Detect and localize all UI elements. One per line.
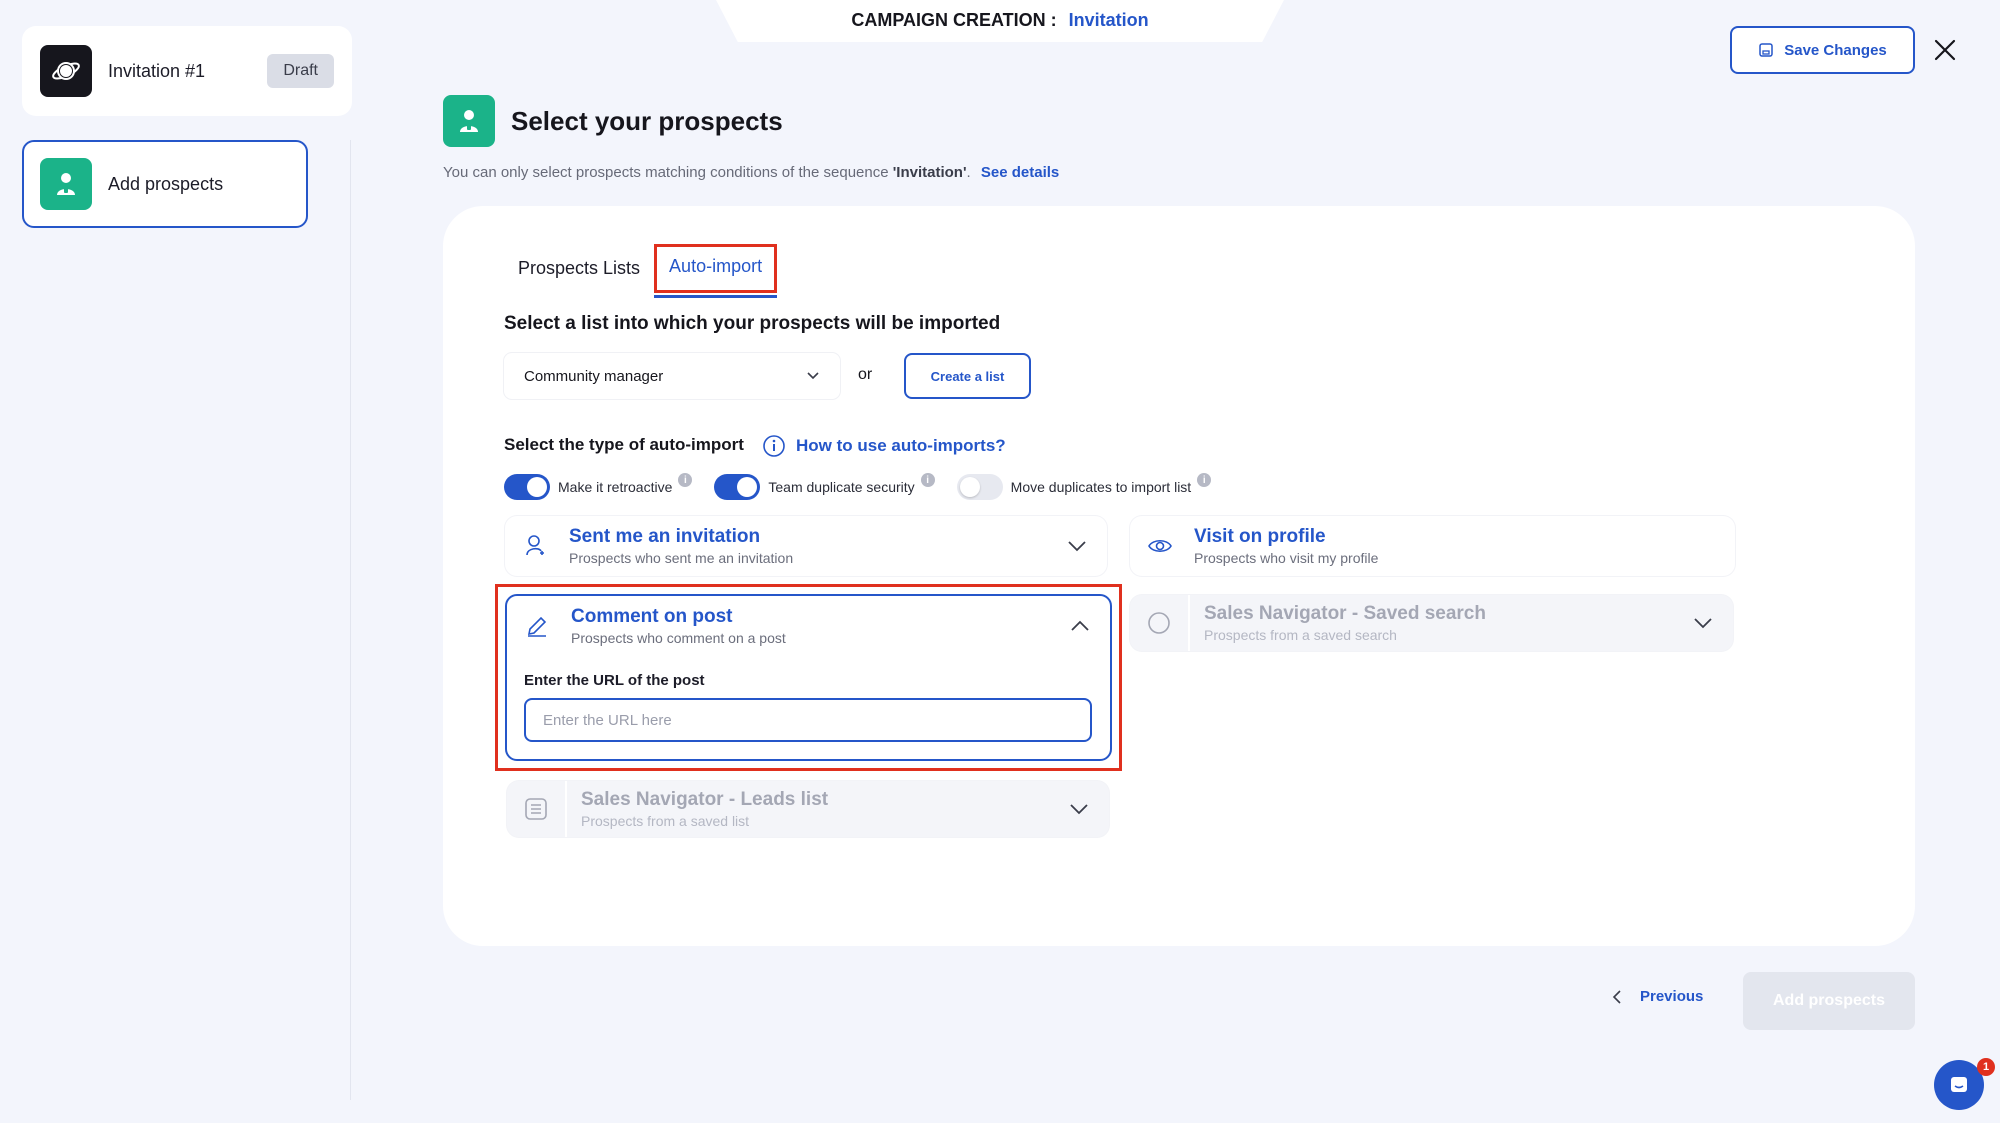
list-icon bbox=[507, 781, 567, 837]
chevron-down-icon[interactable] bbox=[1673, 617, 1733, 629]
how-to-link-label: How to use auto-imports? bbox=[796, 436, 1006, 455]
option-title: Sent me an invitation bbox=[569, 526, 761, 547]
list-select-value: Community manager bbox=[524, 367, 664, 385]
option-title: Comment on post bbox=[571, 606, 733, 627]
option-saved-search[interactable]: Sales Navigator - Saved search Prospects… bbox=[1130, 595, 1733, 651]
sidebar-divider bbox=[350, 140, 351, 1100]
toggle-group: Make it retroactive i Team duplicate sec… bbox=[504, 473, 1233, 500]
add-prospects-button[interactable]: Add prospects bbox=[1743, 972, 1915, 1030]
step-label: Add prospects bbox=[108, 173, 224, 194]
campaign-value: Invitation bbox=[1068, 9, 1149, 30]
sidebar-step-add-prospects[interactable]: Add prospects bbox=[22, 140, 308, 228]
eye-icon bbox=[1130, 516, 1190, 576]
chevron-left-icon bbox=[1612, 989, 1621, 1004]
campaign-card[interactable]: Invitation #1 Draft bbox=[22, 26, 352, 116]
subtitle-period: . bbox=[966, 164, 971, 181]
toggle-label: Make it retroactive bbox=[558, 479, 673, 495]
info-icon bbox=[763, 435, 785, 457]
toggle-switch-on[interactable] bbox=[714, 474, 761, 500]
option-desc: Prospects from a saved list bbox=[581, 813, 750, 829]
tabs: Prospects Lists Auto-import bbox=[504, 244, 778, 298]
create-list-button[interactable]: Create a list bbox=[904, 353, 1031, 399]
import-list-label: Select a list into which your prospects … bbox=[504, 313, 1001, 334]
toggle-retroactive[interactable]: Make it retroactive i bbox=[504, 473, 693, 500]
save-changes-label: Save Changes bbox=[1784, 41, 1887, 59]
toggle-label: Team duplicate security bbox=[768, 479, 915, 495]
option-invitation[interactable]: Sent me an invitation Prospects who sent… bbox=[505, 516, 1107, 576]
page-title: Select your prospects bbox=[511, 105, 783, 136]
chevron-down-icon bbox=[807, 372, 819, 380]
previous-label: Previous bbox=[1640, 988, 1704, 1005]
option-title: Visit on profile bbox=[1194, 526, 1326, 547]
toggle-move-duplicates[interactable]: Move duplicates to import list i bbox=[956, 473, 1212, 500]
person-icon bbox=[40, 158, 92, 210]
campaign-prefix: CAMPAIGN CREATION : bbox=[851, 9, 1057, 30]
option-title: Sales Navigator - Leads list bbox=[581, 789, 829, 810]
tab-prospects-lists[interactable]: Prospects Lists bbox=[504, 244, 654, 293]
info-icon[interactable]: i bbox=[920, 473, 935, 487]
option-desc: Prospects who sent me an invitation bbox=[569, 550, 794, 566]
chevron-down-icon[interactable] bbox=[1049, 803, 1109, 815]
save-changes-button[interactable]: Save Changes bbox=[1730, 26, 1915, 74]
or-text: or bbox=[858, 366, 873, 383]
option-desc: Prospects who comment on a post bbox=[571, 630, 786, 646]
see-details-link[interactable]: See details bbox=[981, 164, 1059, 181]
toggle-switch-on[interactable] bbox=[504, 474, 550, 500]
option-header[interactable]: Comment on post Prospects who comment on… bbox=[507, 596, 1110, 656]
option-desc: Prospects from a saved search bbox=[1204, 627, 1397, 643]
option-visit-profile[interactable]: Visit on profile Prospects who visit my … bbox=[1130, 516, 1735, 576]
info-icon[interactable]: i bbox=[1197, 473, 1212, 487]
campaign-name: Invitation #1 bbox=[108, 60, 206, 81]
chevron-up-icon[interactable] bbox=[1050, 620, 1110, 632]
status-badge: Draft bbox=[267, 54, 334, 88]
sequence-name: 'Invitation' bbox=[892, 164, 967, 181]
planet-logo-icon bbox=[40, 45, 92, 97]
list-select[interactable]: Community manager bbox=[504, 353, 840, 399]
toggle-label: Move duplicates to import list bbox=[1010, 479, 1192, 495]
pencil-icon bbox=[507, 614, 567, 638]
chevron-down-icon[interactable] bbox=[1047, 540, 1107, 552]
chat-icon bbox=[1951, 1077, 1967, 1092]
notification-badge: 1 bbox=[1977, 1058, 1995, 1076]
how-to-link[interactable]: How to use auto-imports? bbox=[762, 434, 1006, 458]
save-icon bbox=[1759, 43, 1773, 57]
user-plus-icon bbox=[505, 516, 565, 576]
auto-import-type-label: Select the type of auto-import bbox=[504, 435, 744, 454]
tab-auto-import[interactable]: Auto-import bbox=[654, 244, 778, 298]
toggle-switch-off[interactable] bbox=[956, 474, 1003, 500]
option-title: Sales Navigator - Saved search bbox=[1204, 603, 1486, 624]
previous-button[interactable]: Previous bbox=[1612, 988, 1703, 1005]
search-icon bbox=[1130, 595, 1190, 651]
post-url-input[interactable] bbox=[524, 698, 1092, 742]
subtitle-text: You can only select prospects matching c… bbox=[443, 164, 893, 181]
page-subtitle: You can only select prospects matching c… bbox=[443, 164, 1059, 181]
campaign-banner: CAMPAIGN CREATION : Invitation bbox=[715, 0, 1285, 42]
option-comment-on-post[interactable]: Comment on post Prospects who comment on… bbox=[505, 594, 1112, 761]
person-icon bbox=[443, 95, 495, 147]
option-desc: Prospects who visit my profile bbox=[1194, 550, 1379, 566]
close-icon[interactable] bbox=[1930, 35, 1960, 65]
option-leads-list[interactable]: Sales Navigator - Leads list Prospects f… bbox=[507, 781, 1109, 837]
info-icon[interactable]: i bbox=[678, 473, 693, 487]
url-label: Enter the URL of the post bbox=[524, 672, 705, 689]
toggle-team-duplicate[interactable]: Team duplicate security i bbox=[714, 473, 935, 500]
page-header: Select your prospects bbox=[443, 95, 783, 147]
